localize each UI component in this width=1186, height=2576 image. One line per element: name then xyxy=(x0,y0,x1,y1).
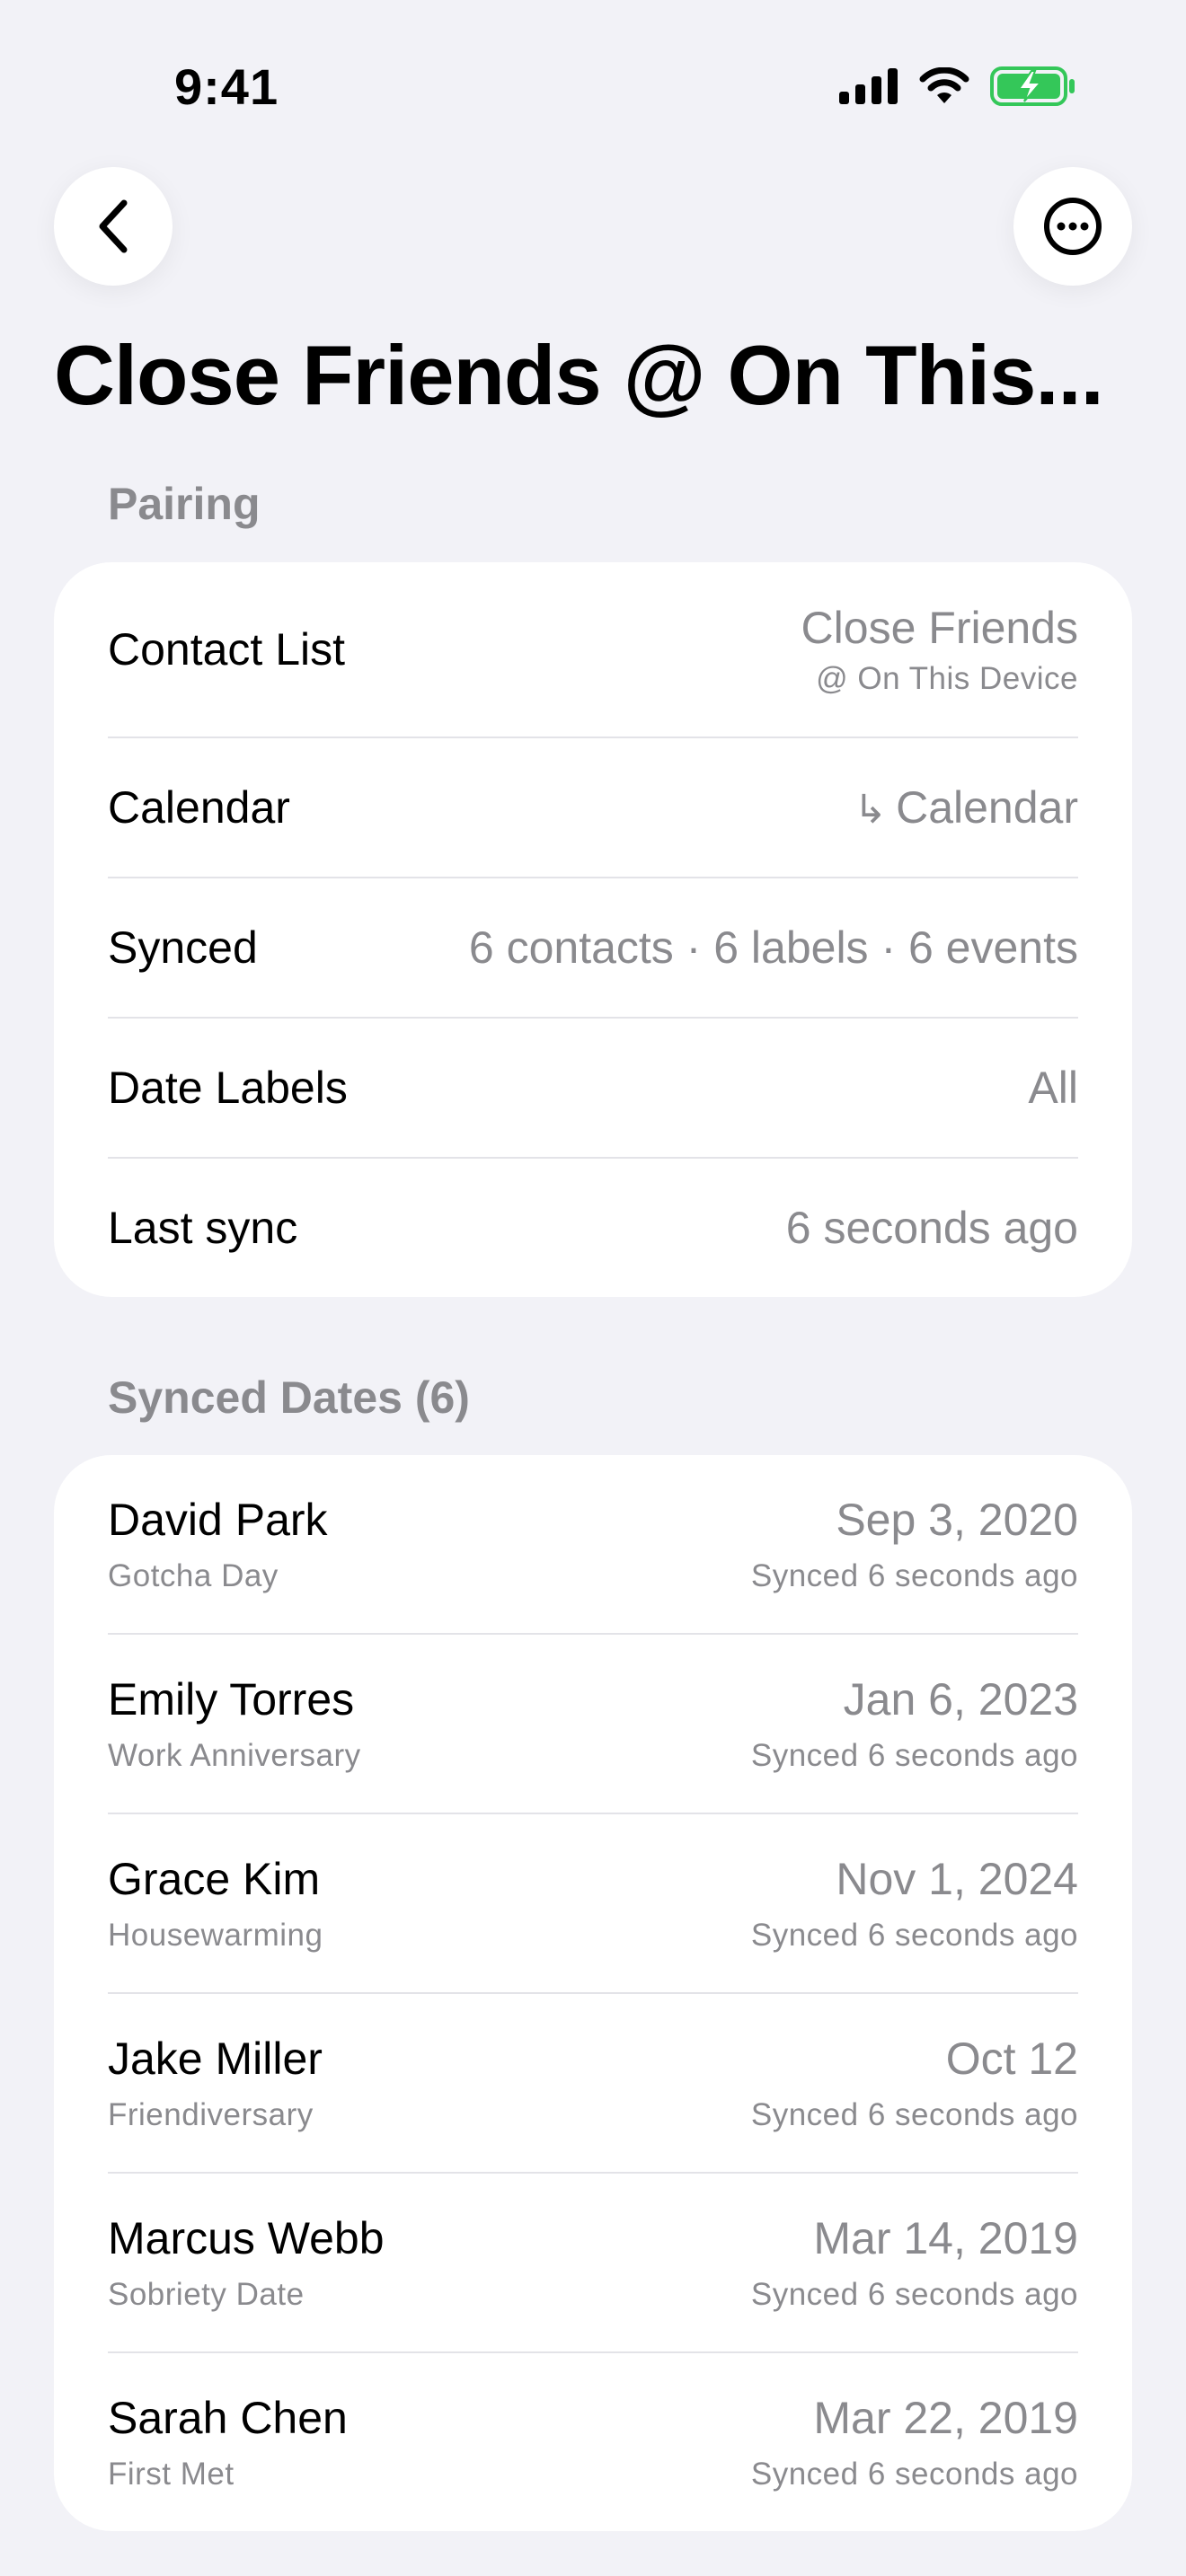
list-item[interactable]: Grace Kim Housewarming Nov 1, 2024 Synce… xyxy=(108,1814,1078,1994)
event-date: Jan 6, 2023 xyxy=(843,1674,1078,1725)
date-right: Mar 14, 2019 Synced 6 seconds ago xyxy=(751,2212,1078,2313)
synced-status: Synced 6 seconds ago xyxy=(750,2457,1078,2492)
calendar-row[interactable]: Calendar ↳ Calendar xyxy=(108,738,1078,878)
synced-label: Synced xyxy=(108,922,258,973)
synced-status: Synced 6 seconds ago xyxy=(750,1738,1078,1773)
contact-name: Sarah Chen xyxy=(108,2393,348,2443)
list-item[interactable]: Emily Torres Work Anniversary Jan 6, 202… xyxy=(108,1635,1078,1814)
page-title: Close Friends @ On This... xyxy=(54,328,1104,422)
list-item[interactable]: Jake Miller Friendiversary Oct 12 Synced… xyxy=(108,1994,1078,2174)
synced-status: Synced 6 seconds ago xyxy=(750,2277,1078,2312)
status-bar: 9:41 xyxy=(0,0,1186,162)
date-labels-label: Date Labels xyxy=(108,1063,348,1113)
synced-dates-card: David Park Gotcha Day Sep 3, 2020 Synced… xyxy=(54,1455,1132,2531)
date-label: Friendiversary xyxy=(108,2097,314,2132)
event-date: Nov 1, 2024 xyxy=(836,1854,1078,1904)
date-left: Emily Torres Work Anniversary xyxy=(108,1673,361,1774)
date-right: Oct 12 Synced 6 seconds ago xyxy=(751,2033,1078,2133)
contact-name: David Park xyxy=(108,1495,328,1545)
event-date: Oct 12 xyxy=(945,2033,1078,2084)
back-button[interactable] xyxy=(54,167,173,286)
contact-name: Jake Miller xyxy=(108,2033,323,2084)
contact-name: Grace Kim xyxy=(108,1854,321,1904)
contact-list-value: Close Friends @ On This Device xyxy=(801,602,1078,697)
synced-status: Synced 6 seconds ago xyxy=(750,1918,1078,1953)
synced-status: Synced 6 seconds ago xyxy=(750,1558,1078,1593)
contact-list-source: @ On This Device xyxy=(816,661,1078,696)
calendar-value-wrap: ↳ Calendar xyxy=(854,781,1078,834)
last-sync-value: 6 seconds ago xyxy=(785,1203,1078,1253)
event-date: Sep 3, 2020 xyxy=(836,1495,1078,1545)
battery-charging-icon xyxy=(990,66,1075,106)
date-left: Sarah Chen First Met xyxy=(108,2392,348,2492)
last-sync-label: Last sync xyxy=(108,1203,298,1253)
date-left: David Park Gotcha Day xyxy=(108,1494,328,1594)
event-date: Mar 22, 2019 xyxy=(813,2393,1078,2443)
synced-value: 6 contacts · 6 labels · 6 events xyxy=(468,922,1078,973)
status-icons xyxy=(839,65,1076,108)
synced-row: Synced 6 contacts · 6 labels · 6 events xyxy=(108,878,1078,1019)
calendar-value: Calendar xyxy=(896,782,1078,833)
date-label: First Met xyxy=(108,2457,235,2492)
contact-list-name: Close Friends xyxy=(801,603,1078,653)
synced-status: Synced 6 seconds ago xyxy=(750,2097,1078,2132)
date-label: Gotcha Day xyxy=(108,1558,279,1593)
last-sync-row: Last sync 6 seconds ago xyxy=(108,1159,1078,1297)
date-left: Jake Miller Friendiversary xyxy=(108,2033,323,2133)
pairing-card: Contact List Close Friends @ On This Dev… xyxy=(54,562,1132,1297)
chevron-left-icon xyxy=(99,199,128,253)
date-label: Housewarming xyxy=(108,1918,323,1953)
event-date: Mar 14, 2019 xyxy=(813,2213,1078,2263)
more-options-button[interactable] xyxy=(1013,167,1132,286)
date-label: Work Anniversary xyxy=(108,1738,361,1773)
date-label: Sobriety Date xyxy=(108,2277,305,2312)
date-right: Mar 22, 2019 Synced 6 seconds ago xyxy=(751,2392,1078,2492)
date-right: Nov 1, 2024 Synced 6 seconds ago xyxy=(751,1853,1078,1954)
date-left: Grace Kim Housewarming xyxy=(108,1853,323,1954)
contact-list-label: Contact List xyxy=(108,624,346,675)
contact-name: Emily Torres xyxy=(108,1674,355,1725)
synced-dates-section-header: Synced Dates (6) xyxy=(108,1372,470,1423)
date-labels-row[interactable]: Date Labels All xyxy=(108,1019,1078,1159)
calendar-label: Calendar xyxy=(108,782,290,833)
return-arrow-icon: ↳ xyxy=(854,788,888,832)
date-labels-value: All xyxy=(1028,1063,1078,1113)
status-time: 9:41 xyxy=(174,58,279,115)
list-item[interactable]: Sarah Chen First Met Mar 22, 2019 Synced… xyxy=(108,2353,1078,2531)
list-item[interactable]: David Park Gotcha Day Sep 3, 2020 Synced… xyxy=(108,1455,1078,1635)
list-item[interactable]: Marcus Webb Sobriety Date Mar 14, 2019 S… xyxy=(108,2174,1078,2353)
date-right: Sep 3, 2020 Synced 6 seconds ago xyxy=(751,1494,1078,1594)
pairing-section-header: Pairing xyxy=(108,479,261,529)
contact-name: Marcus Webb xyxy=(108,2213,385,2263)
cellular-signal-icon xyxy=(839,68,898,104)
contact-list-row[interactable]: Contact List Close Friends @ On This Dev… xyxy=(108,562,1078,738)
date-right: Jan 6, 2023 Synced 6 seconds ago xyxy=(751,1673,1078,1774)
wifi-icon xyxy=(919,67,969,103)
ellipsis-circle-icon xyxy=(1044,198,1102,255)
date-left: Marcus Webb Sobriety Date xyxy=(108,2212,385,2313)
